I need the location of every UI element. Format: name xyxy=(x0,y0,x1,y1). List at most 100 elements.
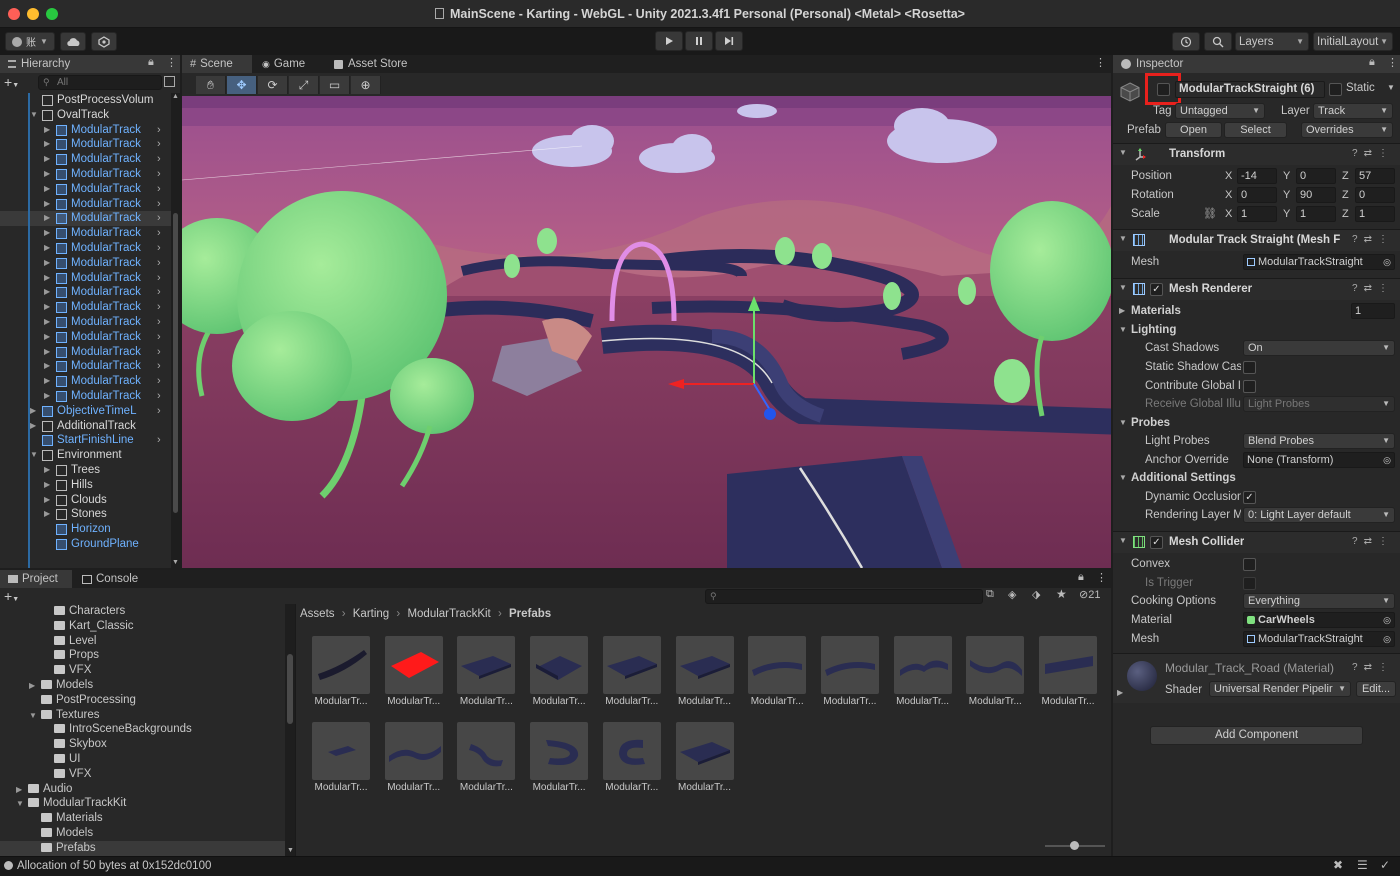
tag-icon[interactable]: ⬗ xyxy=(1032,588,1040,601)
scene-render[interactable] xyxy=(182,96,1111,568)
hierarchy-item[interactable]: ▶ ModularTrack › xyxy=(0,197,171,212)
open-prefab-chevron-icon[interactable]: › xyxy=(157,167,161,182)
dynamic-occlusion-checkbox[interactable]: ✓ xyxy=(1243,491,1256,504)
mesh-collider-enabled-checkbox[interactable]: ✓ xyxy=(1150,536,1163,549)
asset-item[interactable]: ModularTr... xyxy=(675,636,734,708)
hierarchy-item[interactable]: ▶ ModularTrack › xyxy=(0,226,171,241)
create-asset-button[interactable]: +▼ xyxy=(4,588,19,604)
fold-arrow-icon[interactable]: ▶ xyxy=(16,782,22,797)
fold-arrow-icon[interactable]: ▶ xyxy=(44,374,50,389)
step-button[interactable] xyxy=(715,31,743,51)
fold-arrow-icon[interactable]: ▼ xyxy=(30,448,38,463)
component-header-icons[interactable]: ?⇄⋮ xyxy=(1352,536,1394,547)
rotation-x-field[interactable]: 0 xyxy=(1237,187,1277,203)
asset-item[interactable]: ModularTr... xyxy=(530,722,589,794)
create-add-button[interactable]: +▼ xyxy=(4,74,19,90)
breadcrumb-assets[interactable]: Assets xyxy=(300,608,335,620)
hierarchy-scrollbar[interactable]: ▲ ▼ xyxy=(171,93,180,568)
component-header-icons[interactable]: ?⇄⋮ xyxy=(1352,148,1394,159)
component-header-icons[interactable]: ?⇄⋮ xyxy=(1352,283,1394,294)
asset-item[interactable]: ModularTr... xyxy=(675,722,734,794)
hierarchy-item[interactable]: ▶ ModularTrack › xyxy=(0,285,171,300)
fold-arrow-icon[interactable]: ▼ xyxy=(29,708,37,723)
fold-arrow-icon[interactable]: ▼ xyxy=(1119,283,1127,292)
fold-arrow-icon[interactable]: ▼ xyxy=(1119,325,1127,334)
project-tree-scroll-thumb[interactable] xyxy=(287,654,293,724)
cast-shadows-dropdown[interactable]: On ▼ xyxy=(1243,340,1395,356)
hierarchy-item[interactable]: ▶ Clouds xyxy=(0,493,171,508)
position-y-field[interactable]: 0 xyxy=(1296,168,1336,184)
open-prefab-chevron-icon[interactable]: › xyxy=(157,271,161,286)
open-prefab-chevron-icon[interactable]: › xyxy=(157,256,161,271)
layer-dropdown[interactable]: Track ▼ xyxy=(1313,103,1393,119)
project-folder-item[interactable]: Level xyxy=(0,634,285,649)
fold-arrow-icon[interactable]: ▼ xyxy=(16,796,24,811)
account-dropdown[interactable]: 账 ▼ xyxy=(5,32,55,51)
rotation-y-field[interactable]: 90 xyxy=(1296,187,1336,203)
fold-arrow-icon[interactable]: ▶ xyxy=(30,404,36,419)
fold-arrow-icon[interactable]: ▶ xyxy=(44,167,50,182)
mesh-renderer-enabled-checkbox[interactable]: ✓ xyxy=(1150,283,1163,296)
transform-header[interactable]: ▼ Transform ?⇄⋮ xyxy=(1113,143,1400,165)
static-dropdown-arrow[interactable]: ▼ xyxy=(1387,83,1395,92)
mesh-object-field[interactable]: ModularTrackStraight ◎ xyxy=(1243,254,1395,270)
object-name-field[interactable]: ModularTrackStraight (6) xyxy=(1175,81,1325,98)
fold-arrow-icon[interactable]: ▶ xyxy=(44,123,50,138)
collider-mesh-field[interactable]: ModularTrackStraight ◎ xyxy=(1243,631,1395,647)
collab-button[interactable] xyxy=(91,32,117,51)
static-checkbox[interactable] xyxy=(1329,83,1342,96)
project-folder-item[interactable]: ▼ Textures xyxy=(0,708,285,723)
hierarchy-item[interactable]: ▶ Hills xyxy=(0,478,171,493)
open-prefab-chevron-icon[interactable]: › xyxy=(157,211,161,226)
asset-item[interactable]: ModularTr... xyxy=(384,722,443,794)
hierarchy-item[interactable]: ▶ ModularTrack › xyxy=(0,271,171,286)
hierarchy-item[interactable]: GroundPlane xyxy=(0,537,171,552)
open-prefab-chevron-icon[interactable]: › xyxy=(157,241,161,256)
fold-arrow-icon[interactable]: ▼ xyxy=(30,108,38,123)
add-component-button[interactable]: Add Component xyxy=(1150,726,1363,745)
project-folder-item[interactable]: VFX xyxy=(0,767,285,782)
hierarchy-item[interactable]: ▶ ModularTrack › xyxy=(0,374,171,389)
shader-dropdown[interactable]: Universal Render Pipelir ▼ xyxy=(1209,681,1351,697)
fold-arrow-icon[interactable]: ▶ xyxy=(1119,306,1125,315)
asset-item[interactable]: ModularTr... xyxy=(820,636,879,708)
fold-arrow-icon[interactable]: ▼ xyxy=(1119,473,1127,482)
open-prefab-chevron-icon[interactable]: › xyxy=(157,197,161,212)
cache-icon[interactable]: ☰ xyxy=(1357,858,1368,872)
fold-arrow-icon[interactable]: ▶ xyxy=(44,152,50,167)
open-prefab-chevron-icon[interactable]: › xyxy=(157,359,161,374)
project-folder-item[interactable]: Prefabs xyxy=(0,840,285,856)
debug-icon[interactable]: ✖︎ xyxy=(1333,858,1343,872)
search-button[interactable] xyxy=(1204,32,1232,51)
object-picker-icon[interactable]: ◎ xyxy=(1383,255,1391,269)
fold-arrow-icon[interactable]: ▶ xyxy=(44,197,50,212)
history-button[interactable] xyxy=(1172,32,1200,51)
project-folder-item[interactable]: ▼ ModularTrackKit xyxy=(0,796,285,811)
fold-arrow-icon[interactable]: ▶ xyxy=(44,300,50,315)
fold-arrow-icon[interactable]: ▶ xyxy=(44,256,50,271)
project-folder-item[interactable]: Models xyxy=(0,826,285,841)
contribute-gi-checkbox[interactable] xyxy=(1243,380,1256,393)
hand-tool-button[interactable]: ✋︎ xyxy=(196,76,226,94)
shader-edit-button[interactable]: Edit... xyxy=(1356,681,1396,697)
hierarchy-item[interactable]: ▶ AdditionalTrack xyxy=(0,419,171,434)
open-prefab-chevron-icon[interactable]: › xyxy=(157,152,161,167)
asset-item[interactable]: ModularTr... xyxy=(457,636,516,708)
prefab-overrides-dropdown[interactable]: Overrides ▼ xyxy=(1301,122,1393,138)
layout-dropdown[interactable]: InitialLayout ▼ xyxy=(1313,32,1393,51)
kebab-menu-icon[interactable]: ⋮ xyxy=(166,56,177,69)
project-search-input[interactable]: ⚲ xyxy=(705,589,983,604)
prefab-select-button[interactable]: Select xyxy=(1224,122,1287,138)
favorite-star-icon[interactable]: ★ xyxy=(1056,587,1067,601)
scale-tool-button[interactable]: ⤢ xyxy=(289,76,319,94)
hierarchy-item[interactable]: ▶ ModularTrack › xyxy=(0,256,171,271)
fold-arrow-icon[interactable]: ▼ xyxy=(1119,536,1127,545)
fold-arrow-icon[interactable]: ▶ xyxy=(44,285,50,300)
kebab-menu-icon[interactable]: ⋮ xyxy=(1095,56,1106,69)
constrain-proportions-icon[interactable]: ⛓︎ xyxy=(1203,207,1217,220)
hierarchy-search-input[interactable]: ⚲ All xyxy=(38,75,162,90)
fold-arrow-icon[interactable]: ▶ xyxy=(30,419,36,434)
open-prefab-chevron-icon[interactable]: › xyxy=(157,226,161,241)
scale-x-field[interactable]: 1 xyxy=(1237,206,1277,222)
fold-arrow-icon[interactable]: ▶ xyxy=(44,182,50,197)
